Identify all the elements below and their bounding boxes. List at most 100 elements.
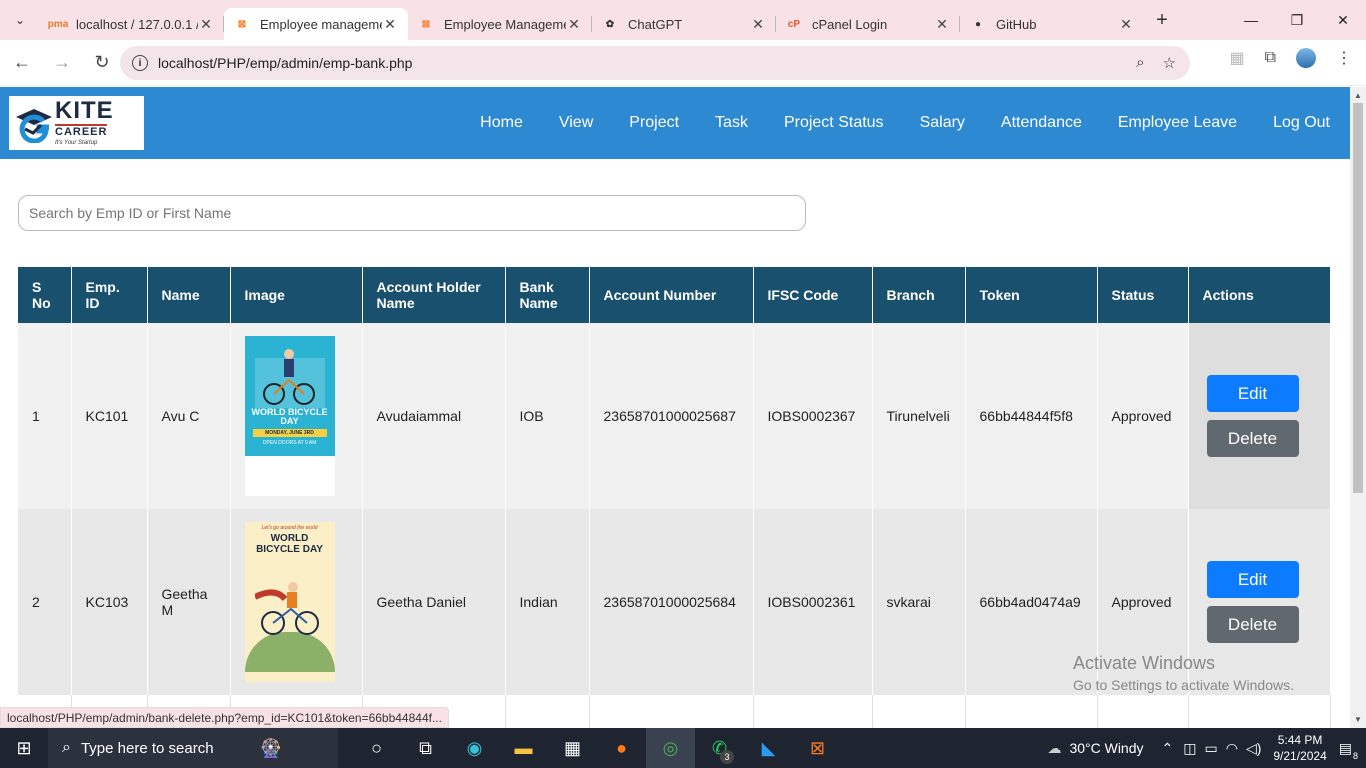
browser-tab-strip: ⌄ pma localhost / 127.0.0.1 / ✕ ⊠ Employ… (0, 0, 1366, 40)
browser-tab-chatgpt[interactable]: ✿ ChatGPT ✕ (592, 8, 776, 40)
address-bar[interactable]: i localhost/PHP/emp/admin/emp-bank.php ⌕… (120, 46, 1190, 80)
cell-branch: svkarai (872, 509, 966, 695)
file-explorer-icon[interactable]: ▬ (499, 728, 548, 768)
cyclist-figure-icon (259, 346, 319, 406)
nav-home[interactable]: Home (480, 114, 523, 132)
col-header-account-number: Account Number (589, 267, 754, 323)
vscode-icon[interactable]: ◣ (744, 728, 793, 768)
nav-salary[interactable]: Salary (920, 114, 965, 132)
windows-start-icon[interactable]: ⊞ (0, 738, 48, 759)
minimize-icon[interactable]: — (1228, 0, 1274, 40)
new-tab-button[interactable]: + (1144, 9, 1180, 32)
wifi-icon[interactable]: ◠ (1226, 740, 1238, 757)
task-view-icon[interactable]: ⧉ (401, 728, 450, 768)
col-header-account-holder: Account Holder Name (362, 267, 506, 323)
close-icon[interactable]: ✕ (934, 16, 950, 33)
whatsapp-icon[interactable]: ✆ 3 (695, 728, 744, 768)
restore-icon[interactable]: ❐ (1274, 0, 1320, 40)
nav-log-out[interactable]: Log Out (1273, 114, 1330, 132)
nav-task[interactable]: Task (715, 114, 748, 132)
phpmyadmin-icon: pma (47, 18, 69, 30)
col-header-bank-name: Bank Name (505, 267, 590, 323)
tab-search-chevron-icon[interactable]: ⌄ (0, 0, 40, 40)
close-window-icon[interactable]: ✕ (1320, 0, 1366, 40)
github-icon: ● (974, 18, 982, 30)
cell-bank: IOB (505, 323, 590, 509)
browser-tab-github[interactable]: ● GitHub ✕ (960, 8, 1144, 40)
notification-icon[interactable]: ▤ 8 (1339, 740, 1358, 761)
cell-ifsc: IOBS0002361 (753, 509, 873, 695)
cell-name: Geetha M (147, 509, 231, 695)
col-header-actions: Actions (1188, 267, 1331, 323)
xampp-icon: ⊠ (237, 18, 247, 30)
cell-emp-id: KC103 (71, 509, 148, 695)
cell-token: 66bb44844f5f8 (965, 323, 1098, 509)
taskbar-search[interactable]: ⌕ Type here to search 🎡 (48, 728, 338, 768)
cell-bank: Indian (505, 509, 590, 695)
nav-employee-leave[interactable]: Employee Leave (1118, 114, 1237, 132)
nav-view[interactable]: View (559, 114, 593, 132)
kite-career-logo[interactable]: KITE CAREER It's Your Startup (9, 96, 144, 150)
back-icon[interactable]: ← (4, 52, 40, 73)
scroll-down-icon[interactable]: ▼ (1354, 715, 1362, 724)
close-icon[interactable]: ✕ (566, 16, 582, 33)
profile-avatar[interactable] (1296, 48, 1316, 68)
edge-icon[interactable]: ◉ (450, 728, 499, 768)
search-input[interactable] (18, 195, 806, 231)
edit-button[interactable]: Edit (1206, 375, 1299, 412)
xampp-icon[interactable]: ⊠ (793, 728, 842, 768)
table-header-row: S No Emp. ID Name Image Account Holder N… (18, 267, 1331, 323)
col-header-token: Token (965, 267, 1098, 323)
cortana-icon[interactable]: ○ (352, 728, 401, 768)
chevron-up-icon[interactable]: ⌃ (1162, 740, 1174, 757)
delete-button[interactable]: Delete (1206, 606, 1299, 643)
browser-tab-employee-management-active[interactable]: ⊠ Employee manageme ✕ (224, 8, 408, 40)
nav-project-status[interactable]: Project Status (784, 114, 884, 132)
cell-ifsc: IOBS0002367 (753, 323, 873, 509)
scrollbar-thumb[interactable] (1353, 103, 1363, 493)
col-header-name: Name (147, 267, 231, 323)
forward-icon[interactable]: → (44, 52, 80, 73)
firefox-icon[interactable]: ● (597, 728, 646, 768)
volume-icon[interactable]: ◁) (1246, 740, 1261, 757)
menu-kebab-icon[interactable]: ⋮ (1336, 48, 1352, 68)
meet-icon[interactable]: ◫ (1183, 740, 1196, 757)
extensions-puzzle-icon[interactable]: ⧉ (1265, 49, 1276, 67)
weather-icon[interactable]: ☁ (1047, 740, 1061, 757)
close-icon[interactable]: ✕ (198, 16, 214, 33)
cyclist-figure-icon (253, 577, 325, 637)
reload-icon[interactable]: ↻ (84, 52, 120, 73)
windows-taskbar: ⊞ ⌕ Type here to search 🎡 ○ ⧉ ◉ ▬ ▦ ● ◎ … (0, 728, 1366, 768)
battery-icon[interactable]: ▭ (1204, 740, 1217, 757)
page-scrollbar[interactable]: ▲ ▼ (1350, 87, 1366, 728)
logo-mark-icon (13, 103, 55, 144)
chatgpt-icon: ✿ (605, 18, 615, 30)
close-icon[interactable]: ✕ (382, 16, 398, 33)
site-info-icon[interactable]: i (132, 55, 148, 71)
chrome-icon[interactable]: ◎ (646, 728, 695, 768)
browser-tab-employee-management[interactable]: ⊠ Employee Manageme ✕ (408, 8, 592, 40)
zoom-icon[interactable]: ⌕ (1136, 54, 1144, 72)
store-icon[interactable]: ▦ (548, 728, 597, 768)
extension-icon[interactable]: ▦ (1229, 48, 1244, 68)
cell-actions: Edit Delete (1188, 323, 1331, 509)
nav-project[interactable]: Project (629, 114, 679, 132)
scroll-up-icon[interactable]: ▲ (1354, 91, 1362, 100)
cell-name: Avu C (147, 323, 231, 509)
bookmark-star-icon[interactable]: ☆ (1163, 54, 1176, 72)
close-icon[interactable]: ✕ (1118, 16, 1134, 33)
browser-tab-cpanel[interactable]: cP cPanel Login ✕ (776, 8, 960, 40)
cell-sno: 2 (18, 509, 72, 695)
cell-account-holder: Geetha Daniel (362, 509, 506, 695)
edit-button[interactable]: Edit (1206, 561, 1299, 598)
close-icon[interactable]: ✕ (750, 16, 766, 33)
cell-account-number: 23658701000025687 (589, 323, 754, 509)
delete-button[interactable]: Delete (1206, 420, 1299, 457)
url-text: localhost/PHP/emp/admin/emp-bank.php (158, 55, 413, 71)
col-header-emp-id: Emp. ID (71, 267, 148, 323)
employee-image: Let's go around the world WORLD BICYCLE … (244, 522, 335, 682)
nav-attendance[interactable]: Attendance (1001, 114, 1082, 132)
taskbar-clock[interactable]: 5:44 PM 9/21/2024 (1273, 732, 1326, 764)
browser-tab-phpmyadmin[interactable]: pma localhost / 127.0.0.1 / ✕ (40, 8, 224, 40)
search-highlight-icon: 🎡 (259, 737, 282, 758)
